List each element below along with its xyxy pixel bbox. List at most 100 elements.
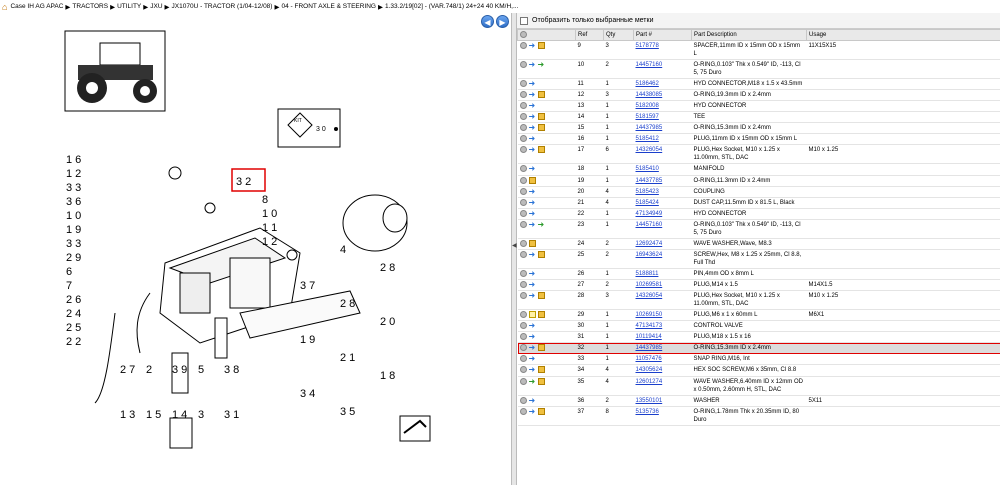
callout-number[interactable]: 1 9 (66, 224, 81, 236)
view-icon[interactable] (519, 366, 527, 374)
view-icon[interactable] (519, 187, 527, 195)
view-icon[interactable] (519, 322, 527, 330)
info-arrow-icon[interactable]: ➜ (529, 366, 536, 374)
substitute-icon[interactable]: ➜ (538, 61, 545, 69)
view-icon[interactable] (519, 239, 527, 247)
view-icon[interactable] (519, 220, 527, 228)
note-icon[interactable] (528, 311, 536, 319)
part-number-link[interactable]: 47134173 (633, 320, 692, 333)
callout-number[interactable]: 1 0 (262, 208, 277, 220)
part-number-link[interactable]: 16943624 (633, 249, 692, 269)
info-arrow-icon[interactable]: ➜ (529, 146, 536, 154)
col-ref[interactable]: Ref (575, 29, 604, 41)
part-number-link[interactable]: 14326054 (633, 144, 692, 165)
view-icon[interactable] (519, 124, 527, 132)
info-arrow-icon[interactable]: ➜ (529, 113, 536, 121)
view-icon[interactable] (519, 333, 527, 341)
callout-number[interactable]: 7 (66, 280, 72, 292)
view-icon[interactable] (519, 176, 527, 184)
table-row[interactable]: ➜ 27 2 10269581 PLUG,M14 x 1.5 M14X1.5 (517, 279, 1000, 292)
info-arrow-icon[interactable]: ➜ (529, 220, 536, 228)
table-row[interactable]: ➜ ➜ 23 1 14457160 O-RING,0.103" Thk x 0.549" … (517, 219, 1000, 239)
package-icon[interactable] (537, 146, 545, 154)
package-icon[interactable] (537, 250, 545, 258)
table-row[interactable]: ➜ 13 1 5182008 HYD CONNECTOR (517, 100, 1000, 113)
info-arrow-icon[interactable]: ➜ (529, 135, 536, 143)
table-row[interactable]: ➜ 31 1 10119414 PLUG,M18 x 1.5 x 16 (517, 331, 1000, 344)
callout-number[interactable]: 2 8 (380, 262, 395, 274)
part-number-link[interactable]: 5181597 (633, 111, 692, 124)
callout-number[interactable]: 6 (66, 266, 72, 278)
table-row[interactable]: ➜ 14 1 5181597 TEE (517, 111, 1000, 124)
view-icon[interactable] (519, 42, 527, 49)
breadcrumb-item[interactable]: JX1070U - TRACTOR (1/04-12/08) (172, 3, 273, 10)
callout-number[interactable]: 2 4 (66, 308, 81, 320)
table-row[interactable]: ➜ 9 3 5178778 SPACER,11mm ID x 15mm OD x 15m… (517, 40, 1000, 60)
view-icon[interactable] (519, 61, 527, 68)
package-icon[interactable] (537, 366, 545, 374)
select-all-header[interactable] (517, 29, 576, 41)
package-icon[interactable] (537, 91, 545, 99)
package-icon[interactable] (537, 292, 545, 300)
part-number-link[interactable]: 5188811 (633, 268, 692, 281)
callout-number[interactable]: 1 3 (120, 409, 135, 421)
part-number-link[interactable]: 14437785 (633, 175, 692, 187)
callout-number[interactable]: 1 2 (262, 236, 277, 248)
col-qty[interactable]: Qty (603, 29, 634, 41)
info-arrow-icon[interactable]: ➜ (529, 333, 536, 341)
callout-number[interactable]: 2 0 (380, 316, 395, 328)
breadcrumb-item[interactable]: UTILITY (117, 3, 141, 10)
callout-number[interactable]: 2 8 (340, 298, 355, 310)
callout-number[interactable]: 3 7 (300, 280, 315, 292)
callout-number[interactable]: 3 3 (66, 182, 81, 194)
view-icon[interactable] (519, 146, 527, 154)
show-selected-checkbox[interactable] (520, 16, 528, 25)
view-icon[interactable] (519, 355, 527, 363)
part-number-link[interactable]: 5178778 (633, 40, 692, 60)
view-icon[interactable] (519, 91, 527, 99)
callout-number[interactable]: 1 0 (66, 210, 81, 222)
callout-number[interactable]: 3 3 (66, 238, 81, 250)
kit-box[interactable]: KIT 3 0 (277, 108, 341, 148)
view-icon[interactable] (519, 209, 527, 217)
view-icon[interactable] (519, 344, 527, 352)
info-arrow-icon[interactable]: ➜ (529, 396, 536, 404)
table-row[interactable]: 29 1 10269150 PLUG,M6 x 1 x 60mm L M6X1 (517, 309, 1000, 322)
view-icon[interactable] (519, 113, 527, 121)
table-row[interactable]: ➜ 11 1 5186462 HYD CONNECTOR,M18 x 1.5 x 43.… (517, 78, 1000, 91)
callout-number[interactable]: 2 6 (66, 294, 81, 306)
table-row[interactable]: ➜ 28 3 14326054 PLUG,Hex Socket, M10 x 1.25 … (517, 290, 1000, 311)
package-icon[interactable] (528, 239, 536, 247)
view-icon[interactable] (519, 135, 527, 143)
callout-number[interactable]: 3 5 (340, 406, 355, 418)
part-number-link[interactable]: 10269150 (633, 309, 692, 322)
info-arrow-icon[interactable]: ➜ (529, 344, 536, 352)
info-arrow-icon[interactable]: ➜ (529, 102, 536, 110)
info-arrow-icon[interactable]: ➜ (529, 292, 536, 300)
view-icon[interactable] (519, 281, 527, 289)
callout-number[interactable]: 5 (198, 364, 204, 376)
part-number-link[interactable]: 5182008 (633, 100, 692, 113)
part-number-link[interactable]: 14326054 (633, 290, 692, 311)
table-row[interactable]: ➜ 26 1 5188811 PIN,4mm OD x 8mm L (517, 268, 1000, 281)
view-icon[interactable] (519, 377, 527, 385)
callout-number[interactable]: 2 7 (120, 364, 135, 376)
table-row[interactable]: ➜ 17 6 14326054 PLUG,Hex Socket, M10 x 1.25 … (517, 144, 1000, 165)
table-row[interactable]: ➜ 30 1 47134173 CONTROL VALVE (517, 320, 1000, 333)
callout-number[interactable]: 2 9 (66, 252, 81, 264)
table-row[interactable]: ➜ 21 4 5185424 DUST CAP,11.5mm ID x 81.5 L, … (517, 197, 1000, 209)
table-row[interactable]: ➜ 16 1 5185412 PLUG,11mm ID x 15mm OD x 15mm… (517, 133, 1000, 146)
breadcrumb-item[interactable]: 04 - FRONT AXLE & STEERING (281, 3, 376, 10)
view-icon[interactable] (519, 311, 527, 319)
info-arrow-icon[interactable]: ➜ (529, 322, 536, 330)
part-number-link[interactable]: 47134949 (633, 208, 692, 220)
table-row[interactable]: ➜ 12 3 14438085 O-RING,19.3mm ID x 2.4mm (517, 89, 1000, 102)
info-arrow-icon[interactable]: ➜ (529, 407, 536, 415)
callout-number[interactable]: 3 8 (224, 364, 239, 376)
part-number-link[interactable]: 12601274 (633, 376, 692, 396)
info-arrow-icon[interactable]: ➜ (529, 281, 536, 289)
info-arrow-icon[interactable]: ➜ (529, 42, 536, 50)
info-arrow-icon[interactable]: ➜ (529, 124, 536, 132)
part-number-link[interactable]: 11057476 (633, 353, 692, 366)
callout-number[interactable]: 1 9 (300, 334, 315, 346)
